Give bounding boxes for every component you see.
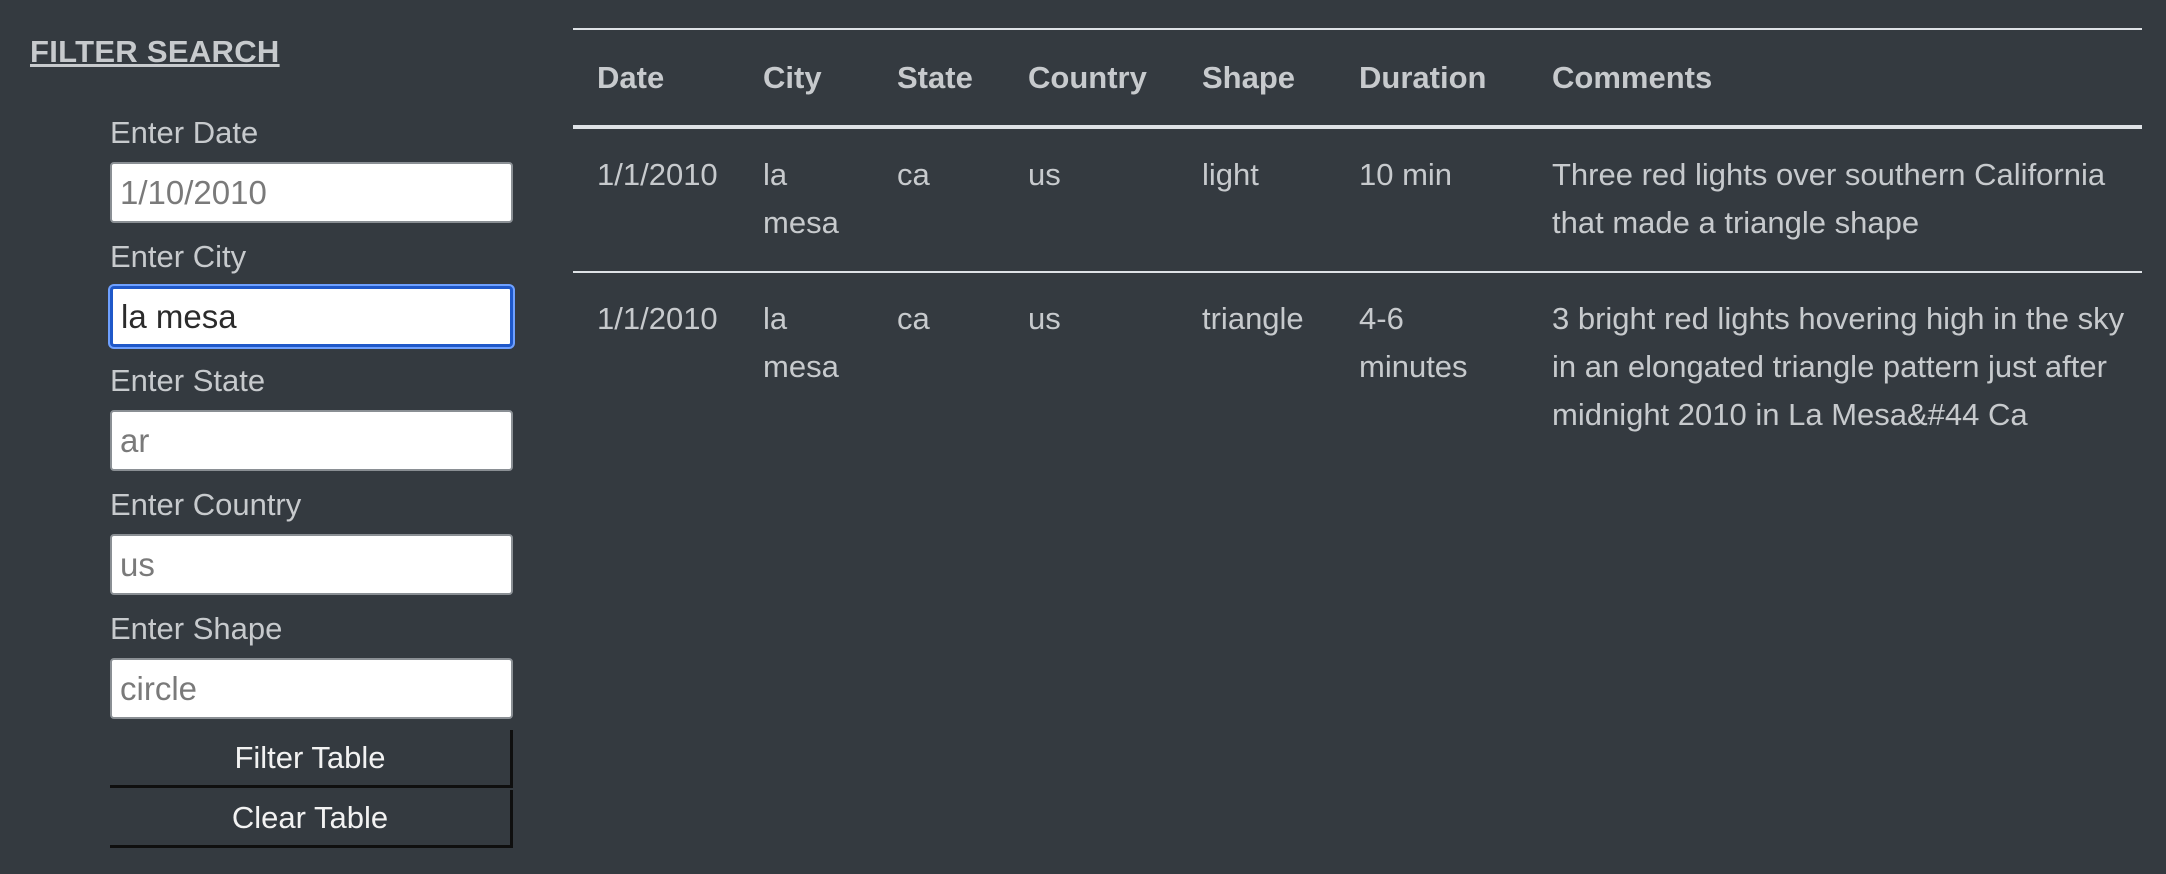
cell-state: ca (897, 301, 930, 336)
country-input[interactable] (110, 534, 513, 595)
date-input[interactable] (110, 162, 513, 223)
cell-shape: light (1202, 157, 1259, 192)
state-filter: Enter State (110, 360, 513, 484)
column-header-date: Date (597, 59, 665, 95)
filter-form: Enter Date Enter City Enter State Enter … (110, 112, 513, 732)
cell-comments: Three red lights over southern Californi… (1552, 157, 2106, 240)
country-filter: Enter Country (110, 484, 513, 608)
cell-date: 1/1/2010 (597, 301, 718, 336)
ufo-sightings-table: Date City State Country Shape Duration C… (573, 28, 2142, 463)
shape-input[interactable] (110, 658, 513, 719)
cell-city: la mesa (763, 157, 839, 240)
cell-duration: 4-6 minutes (1359, 301, 1468, 384)
filter-table-button[interactable]: Filter Table (110, 730, 513, 788)
cell-country: us (1028, 157, 1061, 192)
cell-country: us (1028, 301, 1061, 336)
state-input[interactable] (110, 410, 513, 471)
state-filter-label: Enter State (110, 363, 266, 398)
shape-filter: Enter Shape (110, 608, 513, 732)
cell-duration: 10 min (1359, 157, 1453, 192)
column-header-country: Country (1028, 59, 1147, 95)
cell-state: ca (897, 157, 930, 192)
cell-shape: triangle (1202, 301, 1304, 336)
date-filter: Enter Date (110, 112, 513, 236)
filter-search-heading: FILTER SEARCH (30, 34, 280, 69)
city-filter: Enter City (110, 236, 513, 360)
city-input[interactable] (110, 286, 513, 347)
cell-date: 1/1/2010 (597, 157, 718, 192)
column-header-city: City (763, 59, 822, 95)
country-filter-label: Enter Country (110, 487, 302, 522)
table-header: Date City State Country Shape Duration C… (573, 29, 2142, 127)
cell-city: la mesa (763, 301, 839, 384)
table-row: 1/1/2010 la mesa ca us triangle 4-6 minu… (573, 272, 2142, 463)
table-row: 1/1/2010 la mesa ca us light 10 min Thre… (573, 127, 2142, 272)
ufo-sightings-table-container: Date City State Country Shape Duration C… (573, 28, 2142, 463)
page: FILTER SEARCH Enter Date Enter City Ente… (0, 0, 2166, 874)
column-header-duration: Duration (1359, 59, 1487, 95)
clear-table-button[interactable]: Clear Table (110, 790, 513, 848)
column-header-shape: Shape (1202, 59, 1296, 95)
table-body: 1/1/2010 la mesa ca us light 10 min Thre… (573, 127, 2142, 463)
shape-filter-label: Enter Shape (110, 611, 283, 646)
cell-comments: 3 bright red lights hovering high in the… (1552, 301, 2125, 432)
column-header-state: State (897, 59, 973, 95)
date-filter-label: Enter Date (110, 115, 259, 150)
column-header-comments: Comments (1552, 59, 1713, 95)
filter-sidebar: FILTER SEARCH Enter Date Enter City Ente… (0, 0, 560, 874)
header-row: Date City State Country Shape Duration C… (573, 29, 2142, 127)
city-filter-label: Enter City (110, 239, 247, 274)
